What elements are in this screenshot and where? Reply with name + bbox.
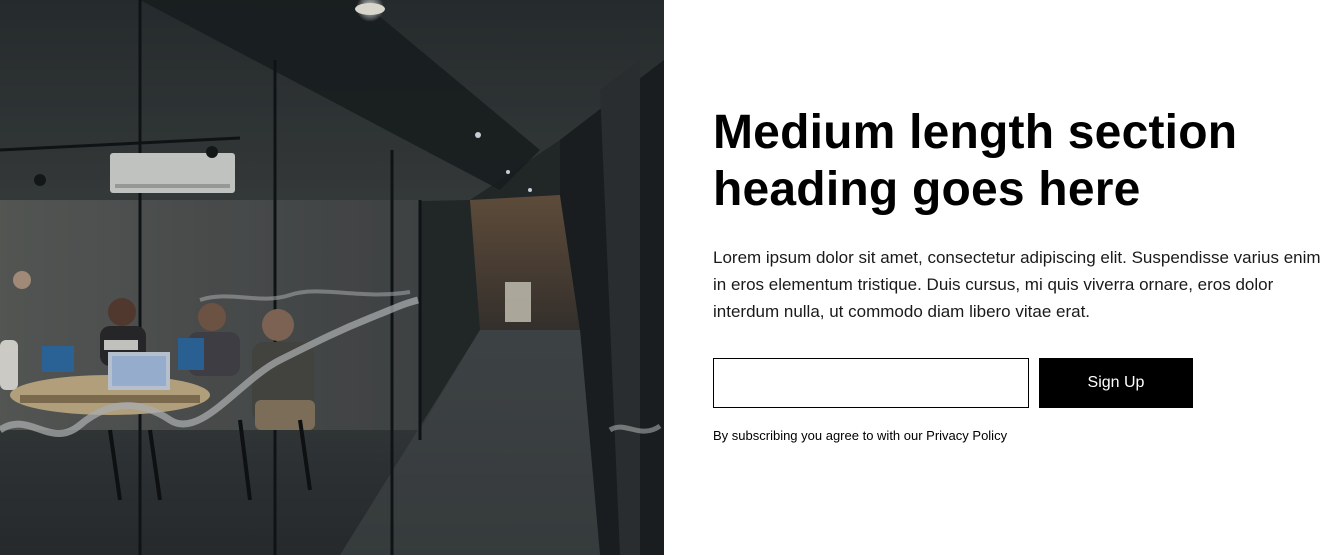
office-meeting-room-photo (0, 0, 664, 555)
email-input[interactable] (713, 358, 1029, 408)
office-photo-illustration (0, 0, 664, 555)
signup-section: Medium length section heading goes here … (0, 0, 1341, 555)
signup-form: Sign Up (713, 358, 1193, 408)
content-panel: Medium length section heading goes here … (664, 0, 1341, 555)
privacy-disclaimer: By subscribing you agree to with our Pri… (713, 428, 1008, 443)
section-description: Lorem ipsum dolor sit amet, consectetur … (713, 248, 1321, 321)
sign-up-button[interactable]: Sign Up (1039, 358, 1193, 408)
section-heading: Medium length section heading goes here (713, 106, 1238, 216)
